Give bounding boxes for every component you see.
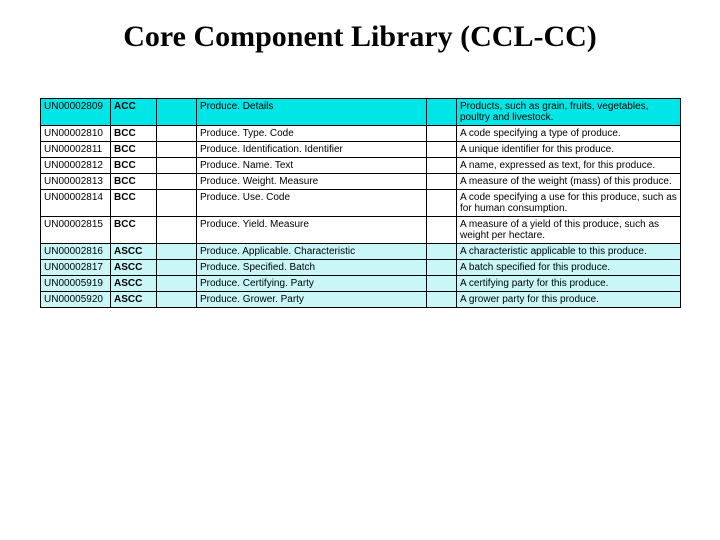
table-row: UN00002809ACC Produce. Details Products, s… [41, 99, 681, 126]
cell-name: Produce. Use. Code [197, 190, 427, 217]
cell-description: A name, expressed as text, for this prod… [457, 158, 681, 174]
cell-name: Produce. Type. Code [197, 126, 427, 142]
cell-id: UN00005920 [41, 292, 111, 308]
cell-description: A code specifying a type of produce. [457, 126, 681, 142]
cell-name: Produce. Details [197, 99, 427, 126]
cell-code: ASCC [111, 244, 157, 260]
cell-name: Produce. Certifying. Party [197, 276, 427, 292]
cell-id: UN00002817 [41, 260, 111, 276]
cell-description: A grower party for this produce. [457, 292, 681, 308]
table-row: UN00002813BCC Produce. Weight. Measure A m… [41, 174, 681, 190]
cell-empty-b [427, 174, 457, 190]
cell-name: Produce. Yield. Measure [197, 217, 427, 244]
cell-id: UN00002816 [41, 244, 111, 260]
cell-id: UN00002810 [41, 126, 111, 142]
cell-description: A measure of a yield of this produce, su… [457, 217, 681, 244]
cell-id: UN00005919 [41, 276, 111, 292]
cell-empty-a [157, 276, 197, 292]
cell-description: A batch specified for this produce. [457, 260, 681, 276]
cell-id: UN00002813 [41, 174, 111, 190]
cell-id: UN00002815 [41, 217, 111, 244]
slide: Core Component Library (CCL-CC) UN000028… [0, 0, 720, 540]
cell-code: ASCC [111, 260, 157, 276]
cell-name: Produce. Applicable. Characteristic [197, 244, 427, 260]
cell-name: Produce. Grower. Party [197, 292, 427, 308]
cell-empty-a [157, 99, 197, 126]
cell-id: UN00002809 [41, 99, 111, 126]
cell-description: A unique identifier for this produce. [457, 142, 681, 158]
cell-empty-b [427, 217, 457, 244]
cell-code: ASCC [111, 292, 157, 308]
table-row: UN00002814BCC Produce. Use. Code A code sp… [41, 190, 681, 217]
page-title: Core Component Library (CCL-CC) [0, 20, 720, 54]
cell-empty-b [427, 276, 457, 292]
cell-description: A measure of the weight (mass) of this p… [457, 174, 681, 190]
table-row: UN00002815BCC Produce. Yield. Measure A me… [41, 217, 681, 244]
cell-name: Produce. Identification. Identifier [197, 142, 427, 158]
cell-code: ASCC [111, 276, 157, 292]
cell-code: ACC [111, 99, 157, 126]
cell-empty-a [157, 158, 197, 174]
cell-empty-b [427, 99, 457, 126]
cell-empty-b [427, 260, 457, 276]
table-container: UN00002809ACC Produce. Details Products, s… [40, 98, 680, 308]
cell-code: BCC [111, 126, 157, 142]
cell-name: Produce. Weight. Measure [197, 174, 427, 190]
cell-code: BCC [111, 174, 157, 190]
table-row: UN00002811BCC Produce. Identification. Id… [41, 142, 681, 158]
cell-empty-b [427, 126, 457, 142]
cell-description: A code specifying a use for this produce… [457, 190, 681, 217]
table-row: UN00005919ASCC Produce. Certifying. Party… [41, 276, 681, 292]
cell-empty-a [157, 126, 197, 142]
cell-id: UN00002811 [41, 142, 111, 158]
cell-description: A certifying party for this produce. [457, 276, 681, 292]
cell-empty-a [157, 244, 197, 260]
table-row: UN00002812BCC Produce. Name. Text A name, … [41, 158, 681, 174]
cell-description: Products, such as grain, fruits, vegetab… [457, 99, 681, 126]
cell-description: A characteristic applicable to this prod… [457, 244, 681, 260]
cell-code: BCC [111, 190, 157, 217]
cell-empty-a [157, 174, 197, 190]
cell-empty-b [427, 190, 457, 217]
cell-code: BCC [111, 142, 157, 158]
cell-empty-b [427, 142, 457, 158]
table-row: UN00002817ASCC Produce. Specified. Batch A… [41, 260, 681, 276]
ccl-table: UN00002809ACC Produce. Details Products, s… [40, 98, 681, 308]
cell-id: UN00002814 [41, 190, 111, 217]
cell-empty-a [157, 217, 197, 244]
cell-id: UN00002812 [41, 158, 111, 174]
cell-empty-a [157, 292, 197, 308]
cell-name: Produce. Name. Text [197, 158, 427, 174]
cell-empty-b [427, 292, 457, 308]
cell-code: BCC [111, 217, 157, 244]
table-row: UN00005920ASCC Produce. Grower. Party A gr… [41, 292, 681, 308]
cell-empty-a [157, 190, 197, 217]
cell-empty-b [427, 158, 457, 174]
cell-empty-a [157, 142, 197, 158]
cell-empty-b [427, 244, 457, 260]
table-row: UN00002816ASCC Produce. Applicable. Chara… [41, 244, 681, 260]
cell-code: BCC [111, 158, 157, 174]
cell-empty-a [157, 260, 197, 276]
cell-name: Produce. Specified. Batch [197, 260, 427, 276]
table-row: UN00002810BCC Produce. Type. Code A code s… [41, 126, 681, 142]
